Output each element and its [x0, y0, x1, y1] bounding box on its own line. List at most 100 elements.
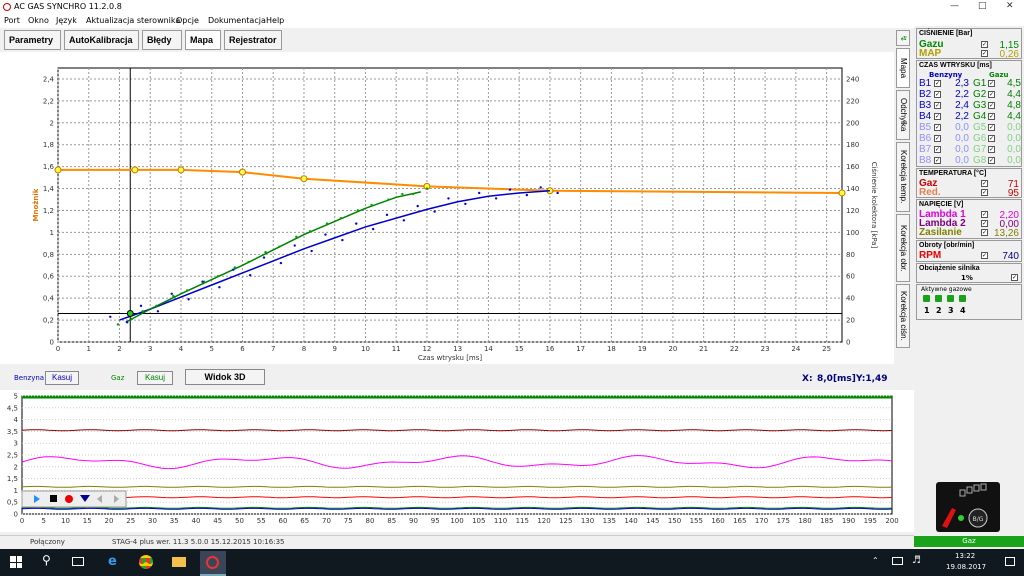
rpm-checkbox[interactable]: ✓: [981, 252, 988, 259]
injection-g-checkbox[interactable]: ✓: [988, 146, 995, 153]
injection-g-checkbox[interactable]: ✓: [988, 91, 995, 98]
close-icon[interactable]: ✕: [1006, 1, 1014, 11]
recorder-x-tick-label: 115: [516, 517, 529, 525]
network-icon[interactable]: [892, 557, 903, 565]
title-bar: AC GAS SYNCHRO 11.2.0.8 — □ ✕: [0, 0, 1024, 14]
recorder-x-tick-label: 125: [559, 517, 572, 525]
rpm-label: RPM: [919, 250, 942, 261]
search-icon[interactable]: ⚲: [42, 553, 51, 567]
menu-aktualizacja[interactable]: Aktualizacja sterownika: [86, 16, 180, 25]
multiplier-node[interactable]: [54, 166, 62, 174]
volume-icon[interactable]: ♬: [912, 555, 921, 566]
y2-tick-label: 40: [846, 295, 855, 303]
injection-g-checkbox[interactable]: ✓: [988, 102, 995, 109]
benzyna-sample-point: [139, 304, 143, 308]
side-tab-mapa[interactable]: Mapa: [896, 48, 910, 88]
injection-b-checkbox[interactable]: ✓: [934, 124, 941, 131]
temp-red-checkbox[interactable]: ✓: [981, 189, 988, 196]
clock-date[interactable]: 19.08.2017: [946, 563, 986, 571]
side-tab-odchylka[interactable]: Odchyłka: [896, 90, 910, 140]
injection-b-checkbox[interactable]: ✓: [934, 113, 941, 120]
load-group: Obciążenie silnika 1% ✓: [916, 263, 1022, 283]
injection-g-label: G7: [973, 144, 987, 155]
menu-dokumentacja[interactable]: Dokumentacja: [208, 16, 266, 25]
multiplier-node[interactable]: [177, 166, 185, 174]
multiplier-node[interactable]: [300, 175, 308, 183]
gas-sample-point: [325, 222, 329, 225]
injection-b-checkbox[interactable]: ✓: [934, 80, 941, 87]
injection-b-checkbox[interactable]: ✓: [934, 146, 941, 153]
gazu-checkbox[interactable]: ✓: [981, 41, 988, 48]
injection-g-label: G5: [973, 122, 987, 133]
recorder-y-tick-label: 2: [14, 463, 18, 471]
multiplier-node[interactable]: [131, 166, 139, 174]
chrome-icon[interactable]: [139, 555, 153, 569]
side-tab-korekcja-obr[interactable]: Korekcja obr.: [896, 214, 910, 282]
explorer-icon[interactable]: [172, 557, 186, 567]
menu-opcje[interactable]: Opcje: [176, 16, 199, 25]
tab-rejestrator[interactable]: Rejestrator: [224, 30, 282, 50]
kasuj-benzyna-button[interactable]: Kasuj: [45, 371, 79, 385]
tray-chevron-icon[interactable]: ⌃: [872, 556, 879, 565]
x-tick-label: 0: [56, 345, 60, 353]
tab-autokalibracja[interactable]: AutoKalibracja: [64, 30, 139, 50]
map-chart[interactable]: 0 1 2 3 4 5 6 7 8 9 10 11 12 13 14 15 16 17 18 19 20 21 22 23 24…: [0, 52, 894, 364]
acgas-taskbar-icon[interactable]: [200, 551, 226, 576]
tab-mapa[interactable]: Mapa: [185, 30, 221, 50]
recorder-x-tick-label: 200: [885, 517, 898, 525]
benzyna-sample-point: [218, 286, 221, 289]
recorder-x-tick-label: 120: [537, 517, 550, 525]
menu-help[interactable]: Help: [266, 16, 284, 25]
side-tab-korekcja-temp[interactable]: Korekcja temp.: [896, 142, 910, 212]
y-tick-label: 0,6: [43, 273, 55, 281]
recorder-x-tick-label: 10: [61, 517, 70, 525]
menu-port[interactable]: Port: [4, 16, 20, 25]
injection-b-value: 2,3: [955, 78, 969, 89]
minimize-icon[interactable]: —: [950, 1, 959, 11]
tab-parametry[interactable]: Parametry: [4, 30, 61, 50]
injection-b-checkbox[interactable]: ✓: [934, 102, 941, 109]
injection-g-checkbox[interactable]: ✓: [988, 135, 995, 142]
injection-g-checkbox[interactable]: ✓: [988, 113, 995, 120]
clock-time[interactable]: 13:22: [955, 552, 975, 560]
injection-g-value: 0,0: [1007, 133, 1021, 144]
widok-3d-button[interactable]: Widok 3D: [185, 369, 265, 385]
injection-b-checkbox[interactable]: ✓: [934, 135, 941, 142]
record-icon[interactable]: [65, 495, 73, 503]
benzyna-sample-point: [310, 249, 313, 253]
recorder-x-tick-label: 35: [170, 517, 179, 525]
multiplier-node[interactable]: [238, 168, 246, 176]
task-view-icon[interactable]: [72, 557, 84, 566]
stop-icon[interactable]: [50, 495, 57, 502]
injection-g-checkbox[interactable]: ✓: [988, 80, 995, 87]
kasuj-gaz-button[interactable]: Kasuj: [137, 371, 173, 385]
lambda2-checkbox[interactable]: ✓: [981, 220, 988, 227]
notifications-icon[interactable]: [1005, 557, 1015, 566]
temp-gaz-checkbox[interactable]: ✓: [981, 180, 988, 187]
multiplier-node[interactable]: [838, 189, 846, 197]
recorder-chart[interactable]: 0 5 10 15 20 25 30 35 40 45 50 55 60 65 70 75 80 85 90 95 10…: [0, 390, 914, 532]
load-checkbox[interactable]: ✓: [1011, 274, 1018, 281]
maximize-icon[interactable]: □: [978, 1, 987, 11]
injection-g-checkbox[interactable]: ✓: [988, 124, 995, 131]
side-tab-korekcja-cisn[interactable]: Korekcja ciśn.: [896, 284, 910, 348]
injection-g-checkbox[interactable]: ✓: [988, 157, 995, 164]
gas-sample-point: [356, 209, 359, 212]
x-tick-label: 7: [271, 345, 275, 353]
map-checkbox[interactable]: ✓: [981, 50, 988, 57]
lambda1-checkbox[interactable]: ✓: [981, 211, 988, 218]
side-tab-pin[interactable]: ↯: [896, 30, 910, 46]
injection-b-checkbox[interactable]: ✓: [934, 157, 941, 164]
y2-tick-label: 200: [846, 119, 859, 127]
start-icon[interactable]: [10, 556, 22, 568]
gas-sample-point: [308, 230, 312, 233]
injection-b-checkbox[interactable]: ✓: [934, 91, 941, 98]
y-tick-label: 2: [50, 119, 54, 127]
menu-okno[interactable]: Okno: [28, 16, 49, 25]
zasilanie-checkbox[interactable]: ✓: [981, 229, 988, 236]
edge-icon[interactable]: e: [108, 554, 117, 569]
pressure-group: CIŚNIENIE [Bar] Gazu ✓ 1,15 MAP ✓ 0,26: [916, 28, 1022, 60]
tab-bledy[interactable]: Błędy: [142, 30, 182, 50]
recorder-x-tick-label: 130: [581, 517, 594, 525]
menu-jezyk[interactable]: Język: [56, 16, 77, 25]
